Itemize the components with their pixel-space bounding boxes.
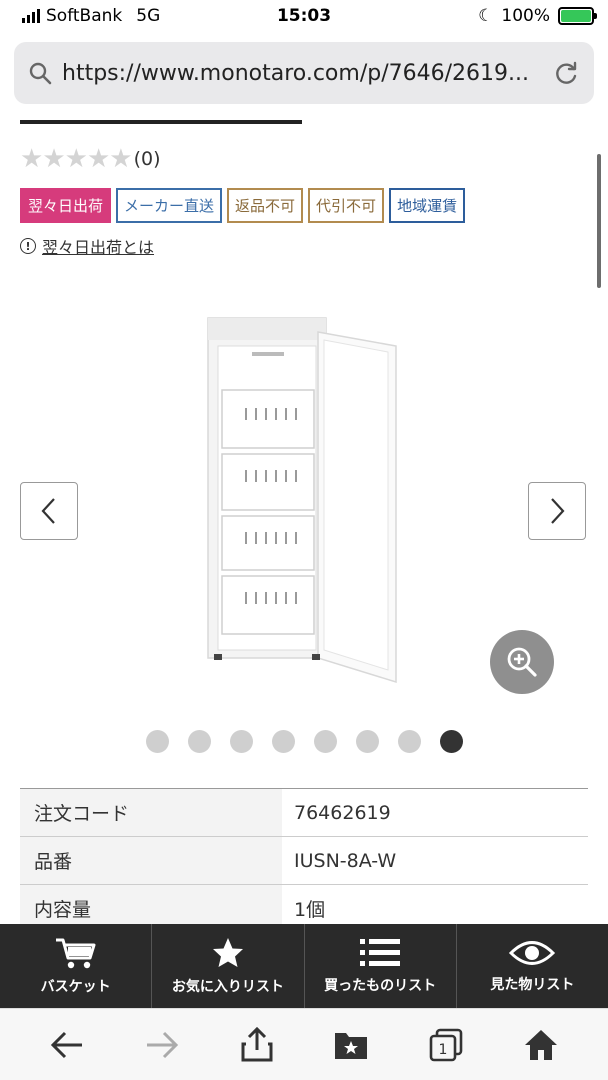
info-link-text[interactable]: 翌々日出荷とは — [42, 234, 154, 258]
star-icon: ★ — [64, 144, 88, 174]
tabs-icon: 1 — [429, 1028, 463, 1061]
carousel-prev-button[interactable] — [20, 482, 78, 540]
site-bottom-nav: バスケット お気に入りリスト 買ったものリスト 見た物リスト — [0, 924, 608, 1008]
arrow-left-icon — [51, 1031, 83, 1058]
basket-button[interactable]: バスケット — [0, 924, 153, 1008]
carousel-dots — [146, 730, 463, 753]
carousel-dot[interactable] — [398, 730, 421, 753]
chevron-left-icon — [41, 498, 55, 524]
home-button[interactable] — [517, 1021, 565, 1069]
viewed-list-button[interactable]: 見た物リスト — [457, 924, 608, 1008]
chevron-right-icon — [551, 498, 565, 524]
badge-no-return: 返品不可 — [227, 188, 304, 223]
status-right: ☾ 100% — [478, 6, 597, 26]
svg-text:1: 1 — [438, 1042, 447, 1058]
carousel-dot[interactable] — [188, 730, 211, 753]
info-icon: ! — [20, 238, 36, 254]
zoom-in-icon — [507, 647, 537, 677]
star-icon: ★ — [42, 144, 66, 174]
tabs-button[interactable]: 1 — [422, 1021, 470, 1069]
scrollbar[interactable] — [597, 154, 601, 288]
rating-count[interactable]: (0) — [134, 148, 161, 170]
spec-key: 注文コード — [20, 789, 282, 836]
purchased-list-label: 買ったものリスト — [324, 978, 437, 994]
battery-icon — [558, 7, 597, 25]
bookmarks-button[interactable] — [327, 1021, 375, 1069]
spec-value: 1個 — [294, 899, 326, 921]
forward-button[interactable] — [138, 1021, 186, 1069]
status-bar: SoftBank 5G 15:03 ☾ 100% — [0, 0, 608, 34]
spec-key: 内容量 — [20, 885, 282, 924]
reload-icon[interactable] — [554, 60, 580, 86]
carousel-dot[interactable] — [146, 730, 169, 753]
list-icon — [360, 939, 401, 966]
next-day-info-link[interactable]: ! 翌々日出荷とは — [20, 234, 154, 258]
product-image[interactable] — [200, 310, 410, 690]
zoom-button[interactable] — [490, 630, 554, 694]
moon-icon: ☾ — [478, 6, 494, 26]
share-icon — [241, 1026, 273, 1061]
favorites-button[interactable]: お気に入りリスト — [152, 924, 305, 1008]
tab-underline — [20, 120, 302, 124]
carousel-dot[interactable] — [272, 730, 295, 753]
battery-percent: 100% — [501, 6, 550, 26]
purchased-list-button[interactable]: 買ったものリスト — [305, 924, 457, 1008]
page-content: ★ ★ ★ ★ ★ (0) 翌々日出荷 メーカー直送 返品不可 代引不可 地域運… — [0, 120, 608, 924]
carousel-dot[interactable] — [356, 730, 379, 753]
spec-row: 注文コード 76462619 — [20, 789, 588, 837]
carousel-dot[interactable] — [230, 730, 253, 753]
badge-direct-ship: メーカー直送 — [116, 188, 223, 223]
basket-label: バスケット — [40, 979, 111, 995]
carousel-next-button[interactable] — [528, 482, 586, 540]
share-button[interactable] — [233, 1021, 281, 1069]
back-button[interactable] — [43, 1021, 91, 1069]
badges: 翌々日出荷 メーカー直送 返品不可 代引不可 地域運賃 — [20, 188, 466, 223]
star-icon: ★ — [86, 144, 111, 174]
browser-toolbar: 1 — [0, 1008, 608, 1080]
star-icon: ★ — [20, 144, 44, 174]
favorites-label: お気に入りリスト — [171, 979, 284, 995]
spec-row: 品番 IUSN-8A-W — [20, 837, 588, 885]
spec-key: 品番 — [20, 837, 282, 884]
viewed-list-label: 見た物リスト — [490, 977, 575, 993]
carousel-dot[interactable] — [440, 730, 463, 753]
spec-value: IUSN-8A-W — [294, 849, 397, 872]
eye-icon — [509, 941, 556, 965]
badge-next-day: 翌々日出荷 — [20, 188, 112, 223]
url-text[interactable]: https://www.monotaro.com/p/7646/2619... — [62, 61, 554, 86]
rating: ★ ★ ★ ★ ★ (0) — [20, 146, 160, 172]
star-icon — [212, 938, 243, 967]
home-icon — [524, 1029, 557, 1060]
spec-value: 76462619 — [294, 801, 391, 824]
cart-icon — [55, 938, 96, 969]
search-icon — [29, 62, 52, 85]
arrow-right-icon — [146, 1031, 179, 1058]
spec-table: 注文コード 76462619 品番 IUSN-8A-W 内容量 1個 — [20, 788, 588, 924]
spec-row: 内容量 1個 — [20, 885, 588, 924]
carousel-dot[interactable] — [314, 730, 337, 753]
badge-regional-fee: 地域運賃 — [389, 188, 466, 223]
bookmark-folder-icon — [335, 1032, 368, 1059]
url-bar[interactable]: https://www.monotaro.com/p/7646/2619... — [14, 42, 594, 104]
star-icon: ★ — [109, 144, 133, 174]
badge-no-cod: 代引不可 — [308, 188, 385, 223]
